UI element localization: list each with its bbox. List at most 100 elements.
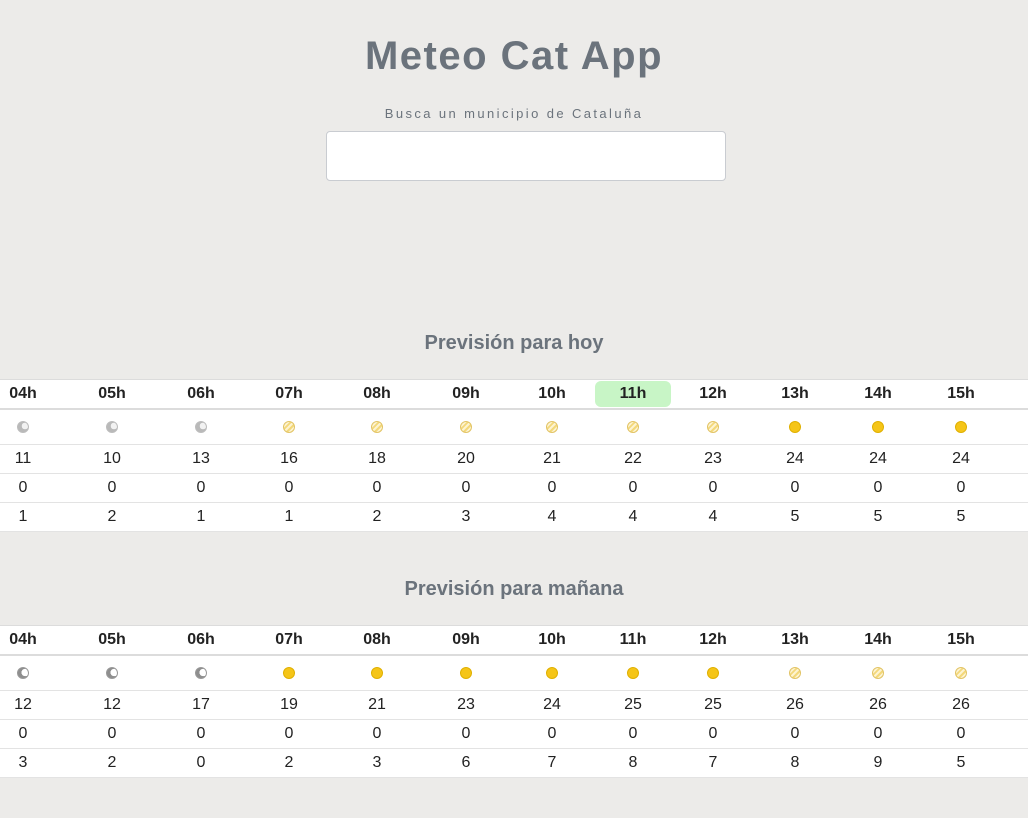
hour-header: 08h [363, 385, 391, 402]
precipitation-cell: 0 [547, 725, 557, 742]
sky-cell [249, 410, 329, 444]
tomorrow-forecast-table: 04h 05h 06h 07h 08h 09h 10h 11h 12h 13h 14h 15h 12 12… [0, 625, 1028, 778]
hour-header: 15h [947, 631, 975, 648]
hour-header: 12h [699, 631, 727, 648]
hazy-sun-icon [707, 421, 719, 433]
precipitation-cell: 0 [956, 725, 966, 742]
sky-cell [673, 410, 753, 444]
sky-cell [426, 410, 506, 444]
tomorrow-forecast-title: Previsión para mañana [404, 578, 624, 600]
sky-cell [0, 410, 63, 444]
precipitation-cell: 0 [708, 479, 718, 496]
hazy-sun-icon [371, 421, 383, 433]
sky-cell [755, 410, 835, 444]
hour-header: 09h [452, 385, 480, 402]
wind-cell: 3 [372, 754, 382, 771]
sky-cell [512, 656, 592, 690]
today-precipitation-row: 0 0 0 0 0 0 0 0 0 0 0 0 [0, 474, 1028, 503]
wind-cell: 7 [547, 754, 557, 771]
precipitation-cell: 0 [107, 725, 117, 742]
hour-header: 06h [187, 385, 215, 402]
precipitation-cell: 0 [873, 479, 883, 496]
hour-header: 05h [98, 631, 126, 648]
wind-cell: 5 [790, 508, 800, 525]
hazy-sun-icon [789, 667, 801, 679]
temperature-cell: 20 [457, 450, 475, 467]
precipitation-cell: 0 [372, 725, 382, 742]
hour-header: 05h [98, 385, 126, 402]
precipitation-cell: 0 [284, 725, 294, 742]
hour-header: 15h [947, 385, 975, 402]
hour-header: 13h [781, 385, 809, 402]
wind-cell: 3 [18, 754, 28, 771]
precipitation-cell: 0 [628, 479, 638, 496]
wind-cell: 0 [196, 754, 206, 771]
temperature-cell: 24 [869, 450, 887, 467]
wind-cell: 6 [461, 754, 471, 771]
today-temperature-row: 11 10 13 16 18 20 21 22 23 24 24 24 [0, 445, 1028, 474]
sky-cell [921, 656, 1001, 690]
current-hour-header: 11h [595, 381, 671, 407]
precipitation-cell: 0 [628, 725, 638, 742]
temperature-cell: 17 [192, 696, 210, 713]
temperature-cell: 24 [786, 450, 804, 467]
temperature-cell: 24 [543, 696, 561, 713]
moon-cloud-icon [106, 421, 118, 433]
municipality-search-input[interactable] [326, 131, 726, 181]
precipitation-cell: 0 [18, 725, 28, 742]
hour-header: 04h [9, 385, 37, 402]
hour-header: 14h [864, 631, 892, 648]
moon-icon [106, 667, 118, 679]
temperature-cell: 11 [14, 450, 32, 467]
hour-header: 11h [619, 631, 647, 648]
wind-cell: 7 [708, 754, 718, 771]
precipitation-cell: 0 [873, 725, 883, 742]
precipitation-cell: 0 [461, 479, 471, 496]
wind-cell: 3 [461, 508, 471, 525]
sun-icon [546, 667, 558, 679]
precipitation-cell: 0 [547, 479, 557, 496]
wind-cell: 2 [284, 754, 294, 771]
hazy-sun-icon [460, 421, 472, 433]
sky-cell [337, 410, 417, 444]
wind-cell: 5 [956, 754, 966, 771]
wind-cell: 4 [547, 508, 557, 525]
hour-header: 10h [538, 631, 566, 648]
hazy-sun-icon [872, 667, 884, 679]
sun-icon [371, 667, 383, 679]
wind-cell: 4 [628, 508, 638, 525]
sky-cell [512, 410, 592, 444]
moon-icon [17, 667, 29, 679]
sky-cell [161, 656, 241, 690]
wind-cell: 2 [107, 754, 117, 771]
precipitation-cell: 0 [790, 479, 800, 496]
hour-header: 12h [699, 385, 727, 402]
search-label: Busca un municipio de Cataluña [384, 106, 644, 121]
sky-cell [593, 656, 673, 690]
precipitation-cell: 0 [956, 479, 966, 496]
today-forecast-table: 04h 05h 06h 07h 08h 09h 10h 11h 12h 13h 14h 15h 11 10… [0, 379, 1028, 532]
tomorrow-temperature-row: 12 12 17 19 21 23 24 25 25 26 26 26 [0, 691, 1028, 720]
temperature-cell: 19 [280, 696, 298, 713]
hour-header: 09h [452, 631, 480, 648]
temperature-cell: 26 [786, 696, 804, 713]
moon-cloud-icon [17, 421, 29, 433]
hour-header: 14h [864, 385, 892, 402]
temperature-cell: 10 [103, 450, 121, 467]
sky-cell [838, 410, 918, 444]
temperature-cell: 26 [952, 696, 970, 713]
sun-icon [707, 667, 719, 679]
sky-cell [921, 410, 1001, 444]
sky-cell [161, 410, 241, 444]
today-sky-row [0, 410, 1028, 445]
wind-cell: 4 [708, 508, 718, 525]
hazy-sun-icon [546, 421, 558, 433]
tomorrow-hours-row: 04h 05h 06h 07h 08h 09h 10h 11h 12h 13h 14h 15h [0, 625, 1028, 656]
sky-cell [673, 656, 753, 690]
hazy-sun-icon [627, 421, 639, 433]
wind-cell: 9 [873, 754, 883, 771]
moon-cloud-icon [195, 421, 207, 433]
sun-icon [955, 421, 967, 433]
wind-cell: 1 [196, 508, 206, 525]
sky-cell [755, 656, 835, 690]
